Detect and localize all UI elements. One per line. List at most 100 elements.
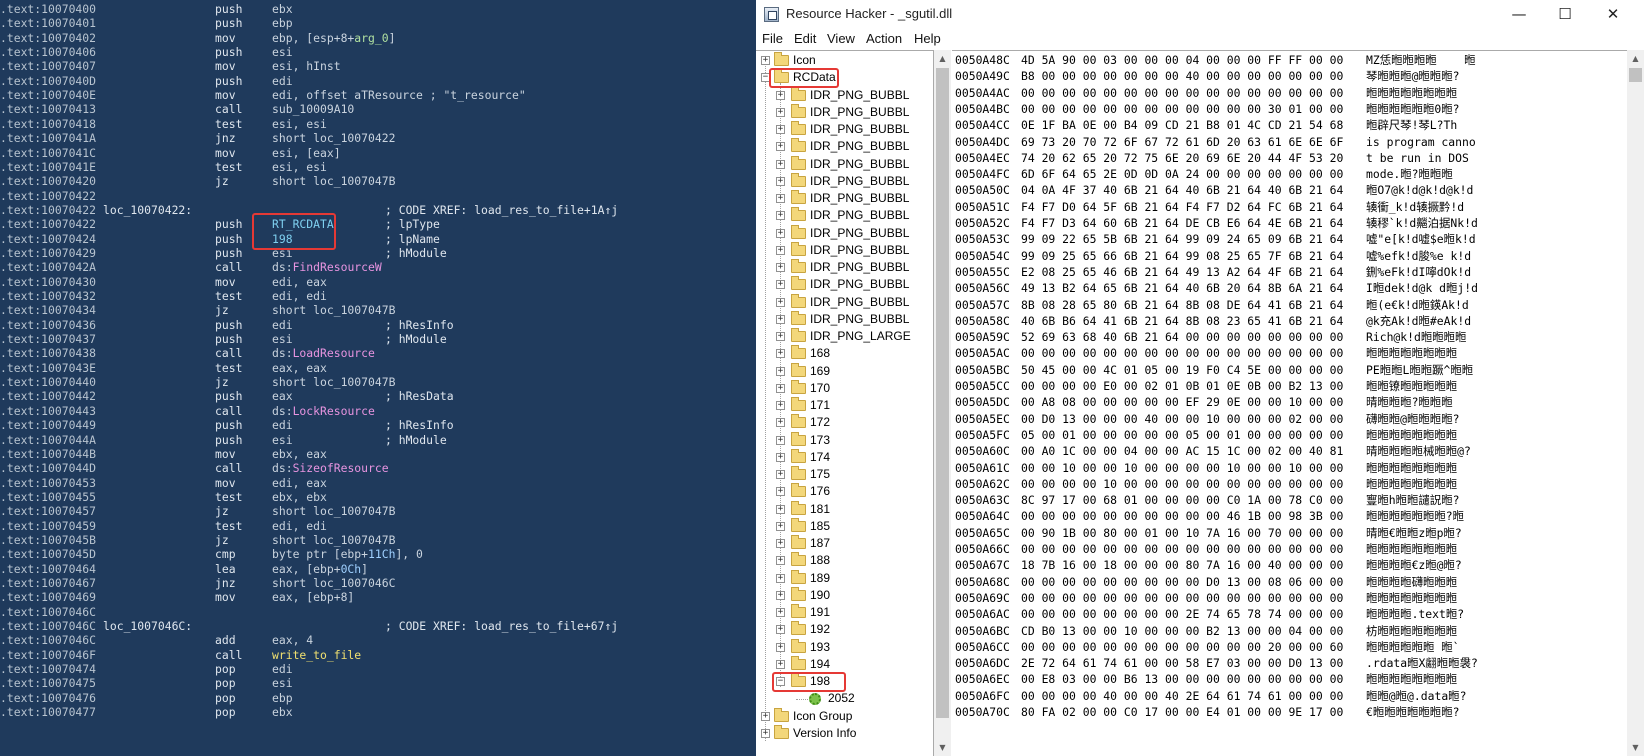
menu-edit[interactable]: Edit [794, 31, 816, 46]
menu-help[interactable]: Help [914, 31, 941, 46]
expand-icon[interactable]: + [776, 539, 785, 548]
expand-icon[interactable]: + [776, 314, 785, 324]
hex-row[interactable]: 0050A60C 00 A0 1C 00 00 04 00 00 AC 15 1C… [952, 443, 1622, 459]
expand-icon[interactable]: + [776, 659, 785, 669]
expand-icon[interactable]: + [776, 470, 785, 479]
hex-row[interactable]: 0050A4EC 74 20 62 65 20 72 75 6E 20 69 6E… [952, 150, 1622, 166]
hex-row[interactable]: 0050A5CC 00 00 00 00 E0 00 02 01 0B 01 0E… [952, 378, 1622, 394]
expand-icon[interactable]: + [776, 435, 785, 445]
scroll-up-icon[interactable]: ▲ [934, 50, 951, 67]
expand-icon[interactable]: + [776, 608, 785, 617]
tree-item-rcdata-child[interactable]: + IDR_PNG_BUBBL [756, 276, 933, 293]
hex-row[interactable]: 0050A6EC 00 E8 03 00 00 B6 13 00 00 00 00… [952, 671, 1622, 687]
tree-item-rcdata-child[interactable]: +172 [756, 414, 933, 431]
hex-row[interactable]: 0050A5FC 05 00 01 00 00 00 00 00 05 00 01… [952, 427, 1622, 443]
hex-row[interactable]: 0050A52C F4 F7 D3 64 60 6B 21 64 DE CB E6… [952, 215, 1622, 231]
hex-row[interactable]: 0050A65C 00 90 1B 00 80 00 01 00 10 7A 16… [952, 525, 1622, 541]
expand-icon[interactable]: + [776, 332, 785, 341]
asm-line[interactable]: .text:10070455 test ebx, ebx [0, 490, 756, 505]
tree-item-rcdata-child[interactable]: +173 [756, 431, 933, 449]
expand-icon[interactable]: + [776, 228, 785, 238]
asm-line[interactable]: .text:1007041A jnz short loc_10070422 [0, 131, 756, 146]
tree-item-rcdata-child[interactable]: + IDR_PNG_BUBBL [756, 310, 933, 328]
hex-row[interactable]: 0050A6CC 00 00 00 00 00 00 00 00 00 00 00… [952, 639, 1622, 655]
expand-icon[interactable]: + [776, 418, 785, 428]
minimize-button[interactable]: — [1496, 0, 1542, 30]
hex-row[interactable]: 0050A66C 00 00 00 00 00 00 00 00 00 00 00… [952, 541, 1622, 557]
tree-item-rcdata-child[interactable]: + IDR_PNG_BUBBL [756, 190, 933, 207]
asm-line[interactable]: .text:10070432 test edi, edi [0, 289, 756, 304]
asm-line[interactable]: .text:10070475 pop esi [0, 676, 756, 691]
asm-line[interactable]: .text:10070407 mov esi, hInst [0, 59, 756, 74]
asm-line[interactable]: .text:10070413 call sub_10009A10 [0, 102, 756, 117]
asm-line[interactable]: .text:10070436 push edi ; hResInfo [0, 318, 756, 333]
tree-item-rcdata-child[interactable]: +185 [756, 517, 933, 535]
asm-line[interactable]: .text:10070467 jnz short loc_1007046C [0, 576, 756, 591]
tree-item-rcdata-child[interactable]: +190 [756, 586, 933, 604]
expand-icon[interactable]: + [761, 728, 770, 738]
maximize-button[interactable]: ☐ [1542, 0, 1588, 30]
asm-line[interactable]: .text:10070477 pop ebx [0, 705, 756, 720]
tree-item-rcdata-child[interactable]: + IDR_PNG_BUBBL [756, 155, 933, 173]
expand-icon[interactable]: + [776, 90, 785, 100]
asm-line[interactable]: .text:10070418 test esi, esi [0, 117, 756, 132]
asm-line[interactable]: .text:10070420 jz short loc_1007047B [0, 174, 756, 189]
asm-line[interactable]: .text:10070469 mov eax, [ebp+8] [0, 590, 756, 605]
hex-row[interactable]: 0050A51C F4 F7 D0 64 5F 6B 21 64 F4 F7 D2… [952, 199, 1622, 215]
hex-row[interactable]: 0050A67C 18 7B 16 00 18 00 00 00 80 7A 16… [952, 557, 1622, 573]
tree-item-rcdata-child[interactable]: +191 [756, 604, 933, 621]
asm-line[interactable]: .text:10070422 [0, 189, 756, 204]
asm-line[interactable]: .text:10070440 jz short loc_1007047B [0, 375, 756, 390]
scroll-down-icon[interactable]: ▼ [1627, 739, 1644, 756]
expand-icon[interactable]: + [761, 56, 770, 65]
hex-view[interactable]: 0050A48C 4D 5A 90 00 03 00 00 00 04 00 00… [952, 50, 1644, 756]
asm-line[interactable]: .text:10070443 call ds:LockResource [0, 404, 756, 419]
title-bar[interactable]: Resource Hacker - _sgutil.dll — ☐ ✕ [756, 0, 1644, 30]
tree-item-rcdata-child[interactable]: +168 [756, 345, 933, 362]
tree-item-rcdata-child[interactable]: + IDR_PNG_BUBBL [756, 172, 933, 190]
tree-item-rcdata-child[interactable]: +194 [756, 655, 933, 673]
asm-line[interactable]: .text:10070453 mov edi, eax [0, 476, 756, 491]
expand-icon[interactable]: + [776, 590, 785, 600]
hex-row[interactable]: 0050A6DC 2E 72 64 61 74 61 00 00 58 E7 03… [952, 655, 1622, 671]
hex-row[interactable]: 0050A69C 00 00 00 00 00 00 00 00 00 00 00… [952, 590, 1622, 606]
expand-icon[interactable]: + [776, 556, 785, 566]
expand-icon[interactable]: + [776, 297, 785, 307]
scroll-thumb[interactable] [936, 68, 949, 718]
hex-row[interactable]: 0050A4BC 00 00 00 00 00 00 00 00 00 00 00… [952, 101, 1622, 117]
expand-icon[interactable]: + [776, 142, 785, 152]
asm-line[interactable]: .text:10070424 push 198; lpName [0, 232, 756, 247]
expand-icon[interactable]: + [776, 573, 785, 583]
asm-line[interactable]: .text:10070442 push eax ; hResData [0, 389, 756, 404]
tree-item-rcdata-child[interactable]: +193 [756, 638, 933, 656]
hex-row[interactable]: 0050A68C 00 00 00 00 00 00 00 00 00 D0 13… [952, 574, 1622, 590]
expand-icon[interactable]: + [776, 263, 785, 272]
asm-line[interactable]: .text:1007043E test eax, eax [0, 361, 756, 376]
hex-row[interactable]: 0050A55C E2 08 25 65 46 6B 21 64 49 13 A2… [952, 264, 1622, 280]
tree-item-rcdata-child[interactable]: +174 [756, 448, 933, 466]
expand-icon[interactable]: + [776, 159, 785, 169]
resource-tree[interactable]: + Icon − RCData + IDR_PNG_BUBBL + IDR_PNG_BUBBL… [756, 50, 934, 756]
expand-icon[interactable]: + [776, 487, 785, 497]
asm-line[interactable]: .text:1007046C [0, 605, 756, 620]
hex-row[interactable]: 0050A6FC 00 00 00 00 40 00 00 40 2E 64 61… [952, 688, 1622, 704]
menu-action[interactable]: Action [866, 31, 902, 46]
expand-icon[interactable]: + [761, 711, 770, 721]
expand-icon[interactable]: + [776, 194, 785, 203]
tree-item-group[interactable]: + Icon Group [756, 707, 933, 725]
tree-item-rcdata-child[interactable]: + IDR_PNG_BUBBL [756, 121, 933, 138]
tree-item-rcdata-child[interactable]: + IDR_PNG_BUBBL [756, 293, 933, 311]
tree-item-rcdata-child[interactable]: +169 [756, 362, 933, 380]
tree-item-rcdata-child[interactable]: +181 [756, 500, 933, 518]
asm-line[interactable]: .text:1007046C add eax, 4 [0, 633, 756, 648]
expand-icon[interactable]: + [776, 366, 785, 376]
expand-icon[interactable]: + [776, 349, 785, 359]
asm-line[interactable]: .text:1007041E test esi, esi [0, 160, 756, 175]
tree-item-rcdata-child[interactable]: + IDR_PNG_BUBBL [756, 86, 933, 104]
tree-item-rcdata-child[interactable]: +176 [756, 483, 933, 500]
hex-row[interactable]: 0050A54C 99 09 25 65 66 6B 21 64 99 08 25… [952, 248, 1622, 264]
menu-view[interactable]: View [827, 31, 855, 46]
hex-row[interactable]: 0050A70C 80 FA 02 00 00 C0 17 00 00 E4 01… [952, 704, 1622, 720]
hex-row[interactable]: 0050A63C 8C 97 17 00 68 01 00 00 00 00 C0… [952, 492, 1622, 508]
hex-row[interactable]: 0050A50C 04 0A 4F 37 40 6B 21 64 40 6B 21… [952, 182, 1622, 198]
